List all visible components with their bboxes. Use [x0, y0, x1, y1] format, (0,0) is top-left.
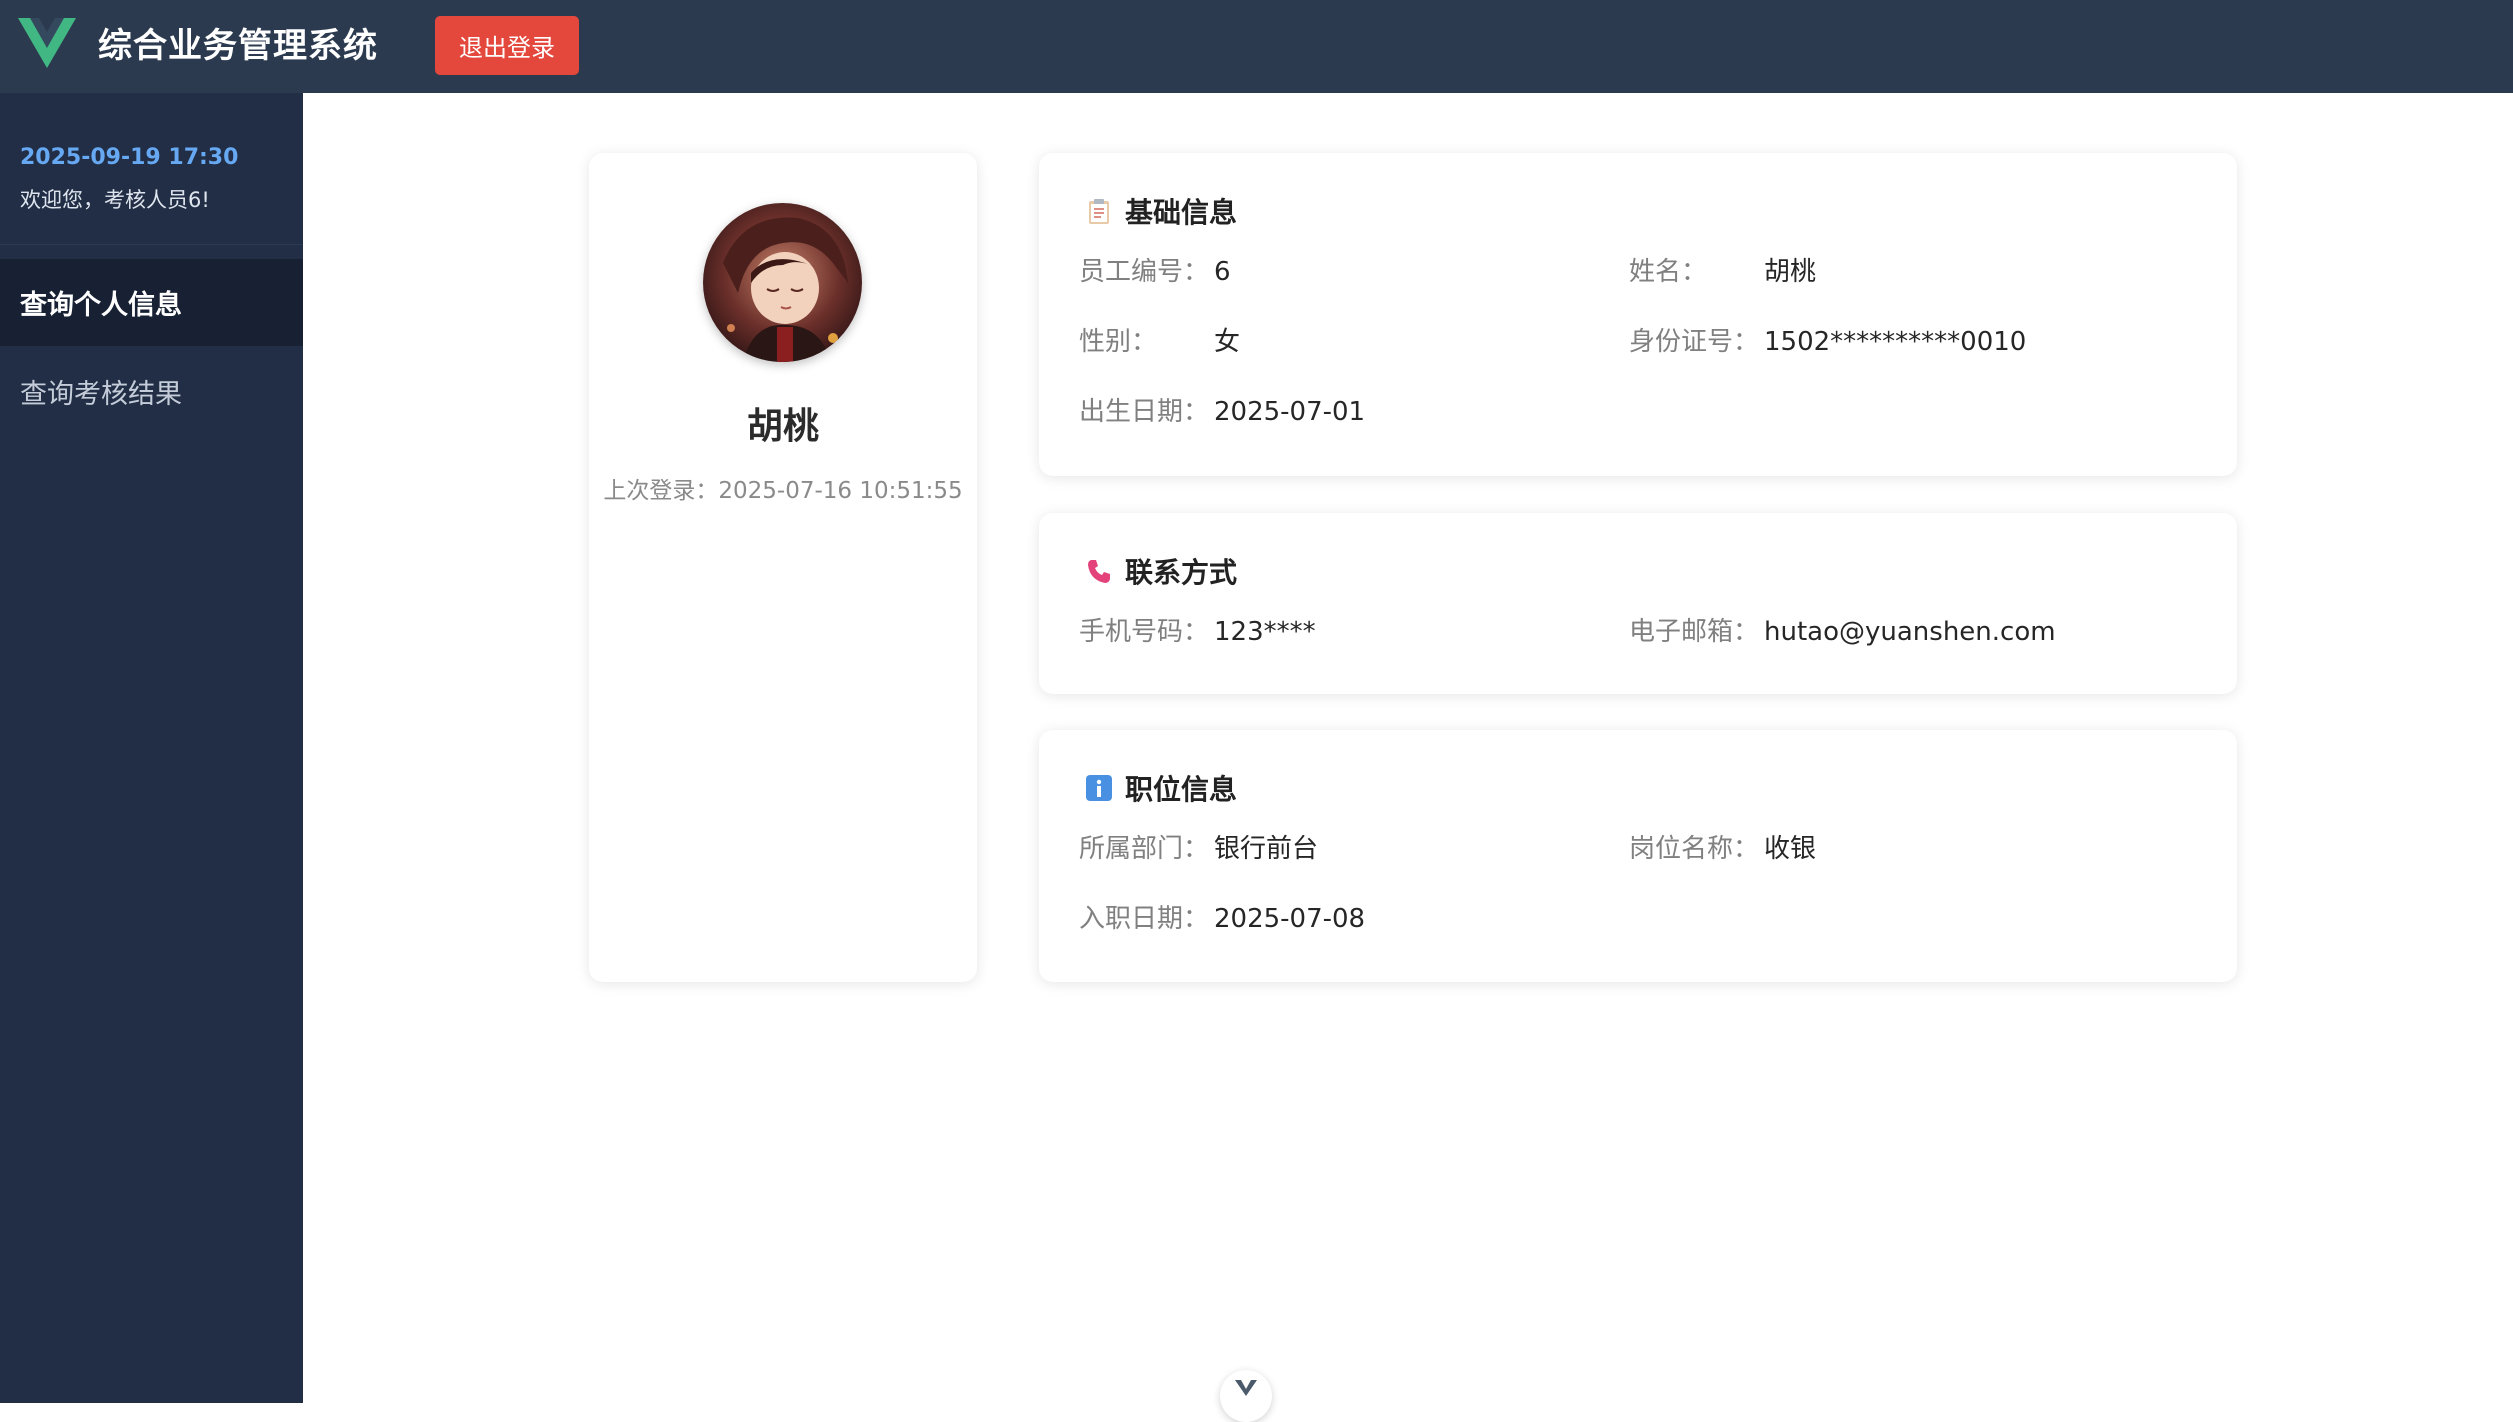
contact-card: 联系方式 手机号码： 123**** 电子邮箱： hutao@yuanshen.… [1039, 513, 2237, 694]
gender-field: 性别： 女 [1079, 325, 1240, 359]
vue-logo-icon [18, 18, 76, 68]
position-card: 职位信息 所属部门： 银行前台 岗位名称： 收银 入职日期： 2025-07-0… [1039, 730, 2237, 982]
post-field: 岗位名称： 收银 [1629, 832, 1816, 866]
clipboard-icon [1089, 199, 1109, 224]
sidebar-item-assessment-results[interactable]: 查询考核结果 [0, 348, 303, 435]
email-label: 电子邮箱： [1629, 617, 1760, 647]
birth-date-label: 出生日期： [1079, 397, 1210, 427]
post-label: 岗位名称： [1629, 834, 1760, 864]
gender-label: 性别： [1079, 327, 1158, 357]
basic-info-card: 基础信息 员工编号： 6 姓名： 胡桃 性别： 女 身份证号： 1502****… [1039, 153, 2237, 476]
phone-label: 手机号码： [1079, 617, 1210, 647]
basic-info-title-text: 基础信息 [1125, 196, 1238, 229]
position-title: 职位信息 [1085, 768, 1237, 808]
phone-field: 手机号码： 123**** [1079, 615, 1316, 649]
birth-date-value: 2025-07-01 [1214, 397, 1366, 427]
phone-icon [1088, 560, 1110, 583]
phone-value: 123**** [1214, 617, 1316, 647]
hire-date-field: 入职日期： 2025-07-08 [1079, 902, 1365, 936]
gender-value: 女 [1214, 327, 1241, 357]
contact-title: 联系方式 [1085, 551, 1237, 591]
sidebar: 2025-09-19 17:30 欢迎您，考核人员6! 查询个人信息 查询考核结… [0, 93, 303, 1403]
id-number-label: 身份证号： [1629, 327, 1760, 357]
name-value: 胡桃 [1764, 257, 1817, 287]
hire-date-label: 入职日期： [1079, 904, 1210, 934]
sidebar-item-personal-info[interactable]: 查询个人信息 [0, 259, 303, 346]
last-login-time: 上次登录：2025-07-16 10:51:55 [603, 478, 963, 504]
welcome-text: 欢迎您，考核人员6! [20, 188, 210, 212]
department-field: 所属部门： 银行前台 [1079, 832, 1318, 866]
contact-title-text: 联系方式 [1125, 556, 1238, 589]
employee-no-label: 员工编号： [1079, 257, 1210, 287]
basic-info-title: 基础信息 [1085, 191, 1237, 231]
vue-devtools-icon [1235, 1380, 1257, 1396]
name-field: 姓名： 胡桃 [1629, 255, 1816, 289]
avatar-image [703, 203, 862, 362]
department-value: 银行前台 [1214, 834, 1319, 864]
employee-no-field: 员工编号： 6 [1079, 255, 1231, 289]
logout-button[interactable]: 退出登录 [435, 16, 579, 75]
name-label: 姓名： [1629, 257, 1708, 287]
current-datetime: 2025-09-19 17:30 [20, 145, 239, 170]
sidebar-user-info: 2025-09-19 17:30 欢迎您，考核人员6! [0, 93, 303, 245]
hire-date-value: 2025-07-08 [1214, 904, 1366, 934]
avatar [703, 203, 862, 362]
top-header: 综合业务管理系统 退出登录 [0, 0, 2513, 93]
email-value: hutao@yuanshen.com [1764, 617, 2056, 647]
email-field: 电子邮箱： hutao@yuanshen.com [1629, 615, 2056, 649]
profile-name: 胡桃 [746, 406, 819, 447]
devtools-toggle[interactable] [1220, 1370, 1272, 1422]
id-number-value: 1502**********0010 [1764, 327, 2027, 357]
profile-card: 胡桃 上次登录：2025-07-16 10:51:55 [589, 153, 977, 982]
post-value: 收银 [1764, 834, 1817, 864]
app-title: 综合业务管理系统 [98, 26, 378, 66]
position-title-text: 职位信息 [1125, 773, 1238, 806]
id-number-field: 身份证号： 1502**********0010 [1629, 325, 2026, 359]
department-label: 所属部门： [1079, 834, 1210, 864]
info-icon [1086, 775, 1112, 801]
birth-date-field: 出生日期： 2025-07-01 [1079, 395, 1365, 429]
employee-no-value: 6 [1214, 257, 1231, 287]
